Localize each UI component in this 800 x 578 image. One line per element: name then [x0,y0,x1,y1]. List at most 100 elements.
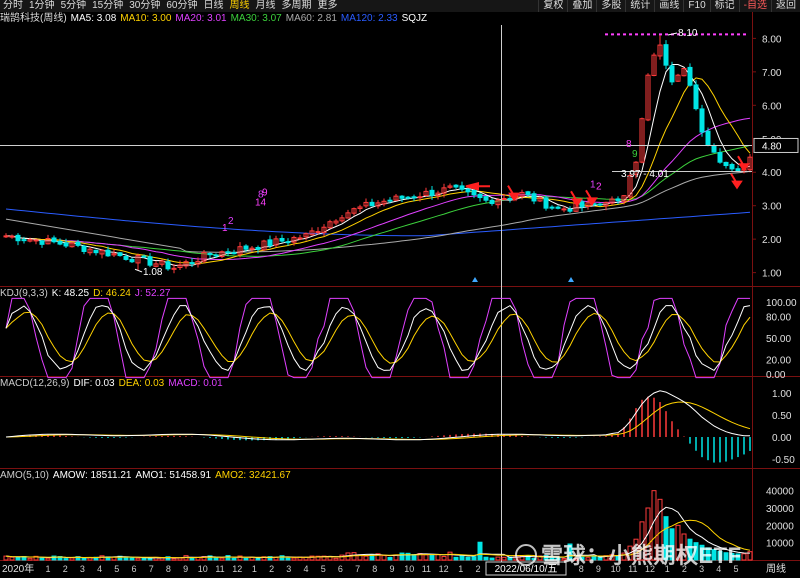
amo-volume-bar [129,557,135,561]
candle-body [429,189,435,196]
candle-body [663,44,669,66]
top-dot-marker [725,33,728,36]
candle-body [75,241,81,246]
candle-body [123,256,129,260]
candle-body [213,254,219,257]
x-axis-month-7: 8 [166,564,171,574]
event-marker-icon [472,277,478,282]
amo-volume-bar [477,541,483,561]
price-tick-7: 1.00 [762,269,782,280]
top-dot-marker [623,33,626,36]
kdj-tick-3: 20.00 [766,356,791,367]
high-label: 8.10 [678,28,698,39]
candle-body [39,240,45,245]
candle-body [81,245,87,252]
top-dot-marker [635,33,638,36]
top-dot-marker [647,33,650,36]
candle-body [699,108,705,133]
top-dot-marker [653,33,656,36]
candle-body [717,152,723,163]
x-axis-month-6: 7 [149,564,154,574]
candle-body [63,242,69,247]
candle-body [561,208,567,211]
amo-volume-bar [135,557,141,561]
candle-body [225,251,231,254]
candle-body [723,161,729,167]
price-tick-0: 8.00 [762,34,782,45]
top-dot-marker [737,33,740,36]
red-arrow-icon [737,155,750,172]
amo-volume-bar [423,554,429,561]
candle-body [597,203,603,206]
candle-body [615,198,621,202]
amo-volume-bar [27,557,33,561]
candle-body [129,258,135,263]
macd-tick-3: -0.50 [772,455,795,466]
amo-volume-bar [231,557,237,561]
candle-body [531,193,537,202]
candle-body [459,185,465,190]
amo-volume-bar [39,557,45,561]
price-tick-4: 4.00 [762,168,782,179]
candle-body [141,255,147,258]
x-axis-month-13: 2 [269,564,274,574]
amo-volume-bar [255,557,261,561]
signal-label-6: 2 [596,182,602,193]
candle-body [543,197,549,209]
amo-tick-0: 40000 [766,487,794,498]
amo-volume-bar [279,555,285,561]
x-axis-month-21: 10 [404,564,414,574]
top-dot-marker [659,33,662,36]
macd-line-DIF [5,390,750,441]
amo-volume-bar [483,556,489,561]
candle-body [711,145,717,153]
top-dot-marker [641,33,644,36]
amo-tick-2: 20000 [766,521,794,532]
amo-volume-bar [15,556,21,561]
candle-body [255,247,261,250]
candle-body [501,198,507,201]
top-dot-marker [617,33,620,36]
candle-body [489,199,495,205]
amo-volume-bar [99,555,105,561]
candle-body [285,241,291,244]
macd-tick-1: 0.50 [772,411,792,422]
kdj-tick-4: 0.00 [766,370,786,381]
candle-body [51,237,57,243]
amo-volume-bar [213,557,219,561]
stock-chart[interactable]: 8.007.006.005.004.003.002.001.004.808.10… [0,0,800,578]
price-tick-1: 7.00 [762,68,782,79]
red-arrow-icon [730,173,743,190]
moving-average-ma20 [5,117,751,260]
candle-body [117,252,123,257]
candle-body [165,261,171,270]
candle-body [579,201,585,208]
amo-volume-bar [69,557,75,561]
x-axis-month-12: 1 [252,564,257,574]
candle-body [483,196,489,201]
kdj-line-J [5,297,750,379]
x-axis-month-16: 5 [321,564,326,574]
top-dot-marker [719,33,722,36]
top-dot-marker [629,33,632,36]
candle-body [507,197,513,200]
amo-volume-bar [387,557,393,561]
amo-volume-bar [441,556,447,561]
candle-body [243,245,249,250]
candle-body [9,235,15,238]
amo-volume-bar [243,557,249,561]
amo-volume-bar [291,557,297,561]
candle-body [567,208,573,212]
top-dot-marker [713,33,716,36]
candle-body [411,196,417,199]
low-label: 1.08 [143,267,163,278]
amo-volume-bar [225,555,231,561]
x-axis-month-5: 6 [131,564,136,574]
candle-body [189,262,195,265]
candle-body [105,249,111,257]
candle-body [231,252,237,255]
x-axis-month-23: 12 [439,564,449,574]
amo-volume-bar [471,556,477,561]
amo-volume-bar [63,558,69,561]
kdj-tick-1: 80.00 [766,312,791,323]
